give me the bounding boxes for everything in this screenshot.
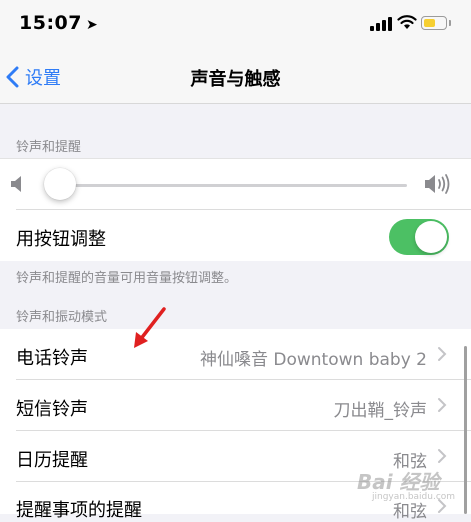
list-item[interactable]: 短信铃声 刀出鞘_铃声 — [0, 380, 471, 430]
list-item-label: 短信铃声 — [16, 399, 88, 420]
annotation-arrow-icon — [134, 307, 166, 348]
list-item[interactable]: 电话铃声 神仙嗓音 Downtown baby 2 — [0, 329, 471, 379]
speaker-low-icon — [11, 176, 21, 192]
chevron-right-icon — [438, 398, 447, 412]
toggle-knob — [415, 221, 447, 253]
list-item-label: 日历提醒 — [16, 450, 88, 471]
page-title: 声音与触感 — [190, 69, 281, 90]
list-item-label: 提醒事项的提醒 — [16, 500, 142, 521]
group-top-border — [0, 158, 471, 159]
list-item-value: 刀出鞘_铃声 — [333, 401, 428, 421]
row-divider — [16, 209, 471, 210]
volume-slider[interactable] — [45, 184, 407, 187]
battery-icon — [421, 16, 447, 30]
wifi-icon — [397, 15, 417, 29]
chevron-right-icon — [438, 449, 447, 463]
battery-cap — [449, 20, 451, 26]
button-adjust-toggle[interactable] — [389, 219, 449, 255]
status-bar: 15:07 ➤ — [0, 0, 471, 50]
chevron-right-icon — [438, 347, 447, 361]
scrollbar[interactable] — [464, 346, 467, 514]
ringer-footer-note: 铃声和提醒的音量可用音量按钮调整。 — [16, 271, 238, 286]
section-header-ringer: 铃声和提醒 — [16, 140, 82, 155]
list-item-value: 神仙嗓音 Downtown baby 2 — [199, 350, 427, 370]
cellular-signal-icon — [370, 17, 392, 31]
navigation-bar: 设置 声音与触感 — [0, 50, 471, 104]
watermark: Bai 经验 — [357, 470, 440, 494]
volume-slider-thumb[interactable] — [43, 168, 76, 200]
watermark-sub: jingyan.baidu.com — [372, 492, 456, 502]
list-item-label: 电话铃声 — [16, 348, 88, 369]
location-arrow-icon: ➤ — [85, 17, 99, 33]
section-header-patterns: 铃声和振动模式 — [16, 310, 108, 325]
button-adjust-label: 用按钮调整 — [16, 229, 106, 250]
speaker-high-icon — [425, 174, 450, 194]
status-time: 15:07 ➤ — [19, 12, 99, 34]
